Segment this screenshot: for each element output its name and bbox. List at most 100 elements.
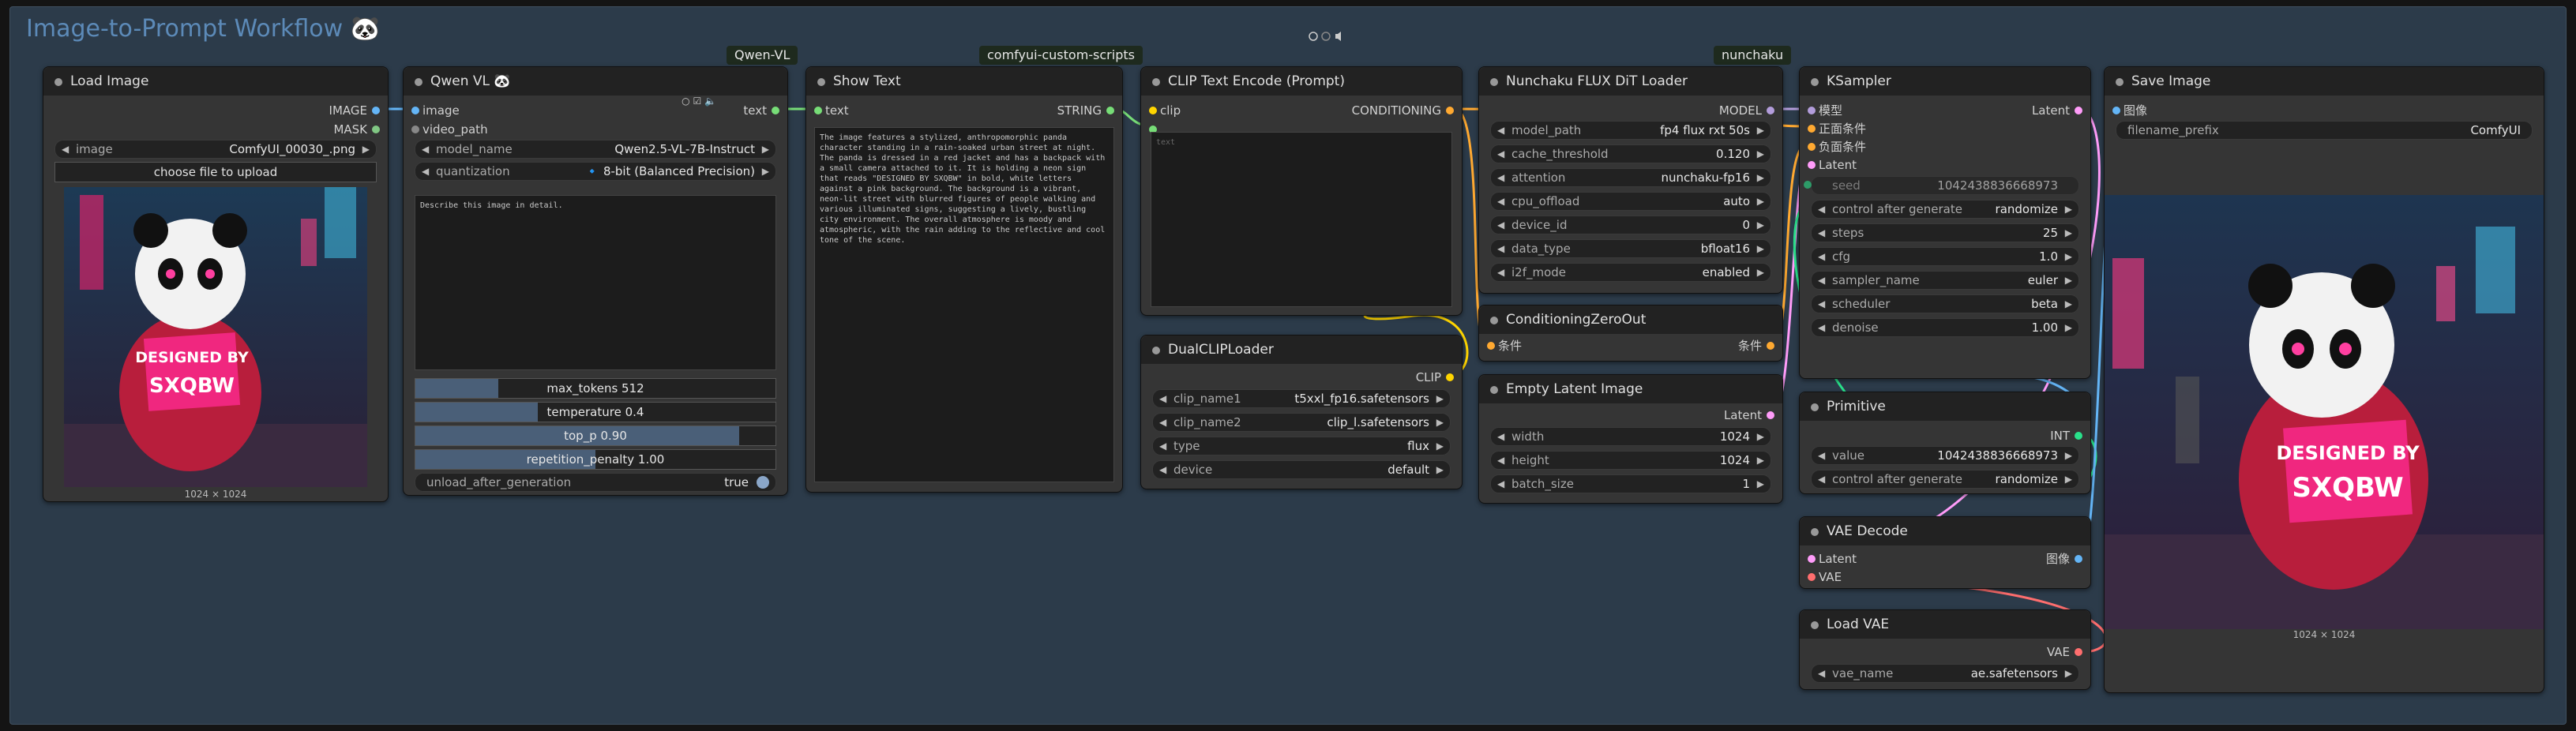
arrow-left-icon[interactable]: ◀ (1818, 319, 1825, 336)
arrow-right-icon[interactable]: ▶ (1757, 193, 1764, 210)
collapse-dot-icon[interactable] (1811, 528, 1819, 536)
widget-clip-name1[interactable]: ◀ clip_name1 t5xxl_fp16.safetensors ▶ (1152, 389, 1451, 408)
toggle-unload[interactable]: unload_after_generation true (415, 473, 776, 492)
node-show-text[interactable]: Show Text text STRING The image features… (805, 66, 1123, 493)
node-title-bar[interactable]: Load VAE (1800, 610, 2090, 639)
port-model-in[interactable]: 模型 (1808, 102, 1842, 119)
arrow-left-icon[interactable]: ◀ (1159, 414, 1166, 431)
arrow-left-icon[interactable]: ◀ (1159, 461, 1166, 478)
port-dot-icon[interactable] (411, 126, 419, 133)
port-dot-icon[interactable] (1767, 411, 1774, 419)
port-negative-in[interactable]: 负面条件 (1808, 138, 1866, 156)
port-dot-icon[interactable] (411, 107, 419, 114)
collapse-dot-icon[interactable] (1490, 317, 1498, 324)
node-title-bar[interactable]: Save Image (2105, 67, 2544, 96)
port-dot-icon[interactable] (814, 107, 822, 114)
collapse-dot-icon[interactable] (1152, 347, 1160, 354)
arrow-left-icon[interactable]: ◀ (1497, 169, 1504, 186)
port-dot-icon[interactable] (2075, 555, 2082, 563)
widget-control-after-generate[interactable]: ◀ control after generate randomize ▶ (1811, 200, 2079, 219)
arrow-right-icon[interactable]: ▶ (1436, 390, 1444, 407)
arrow-right-icon[interactable]: ▶ (2065, 272, 2072, 289)
arrow-right-icon[interactable]: ▶ (2065, 447, 2072, 464)
port-dot-icon[interactable] (1808, 161, 1816, 169)
port-vae-in[interactable]: VAE (1808, 568, 1842, 586)
arrow-right-icon[interactable]: ▶ (1757, 264, 1764, 281)
slider-repetition-penalty[interactable]: repetition_penalty 1.00 (415, 449, 776, 470)
arrow-right-icon[interactable]: ▶ (2065, 224, 2072, 242)
arrow-left-icon[interactable]: ◀ (1159, 390, 1166, 407)
widget-model-path[interactable]: ◀ model_path fp4 flux rxt 50s ▶ (1490, 121, 1771, 140)
arrow-right-icon[interactable]: ▶ (2065, 248, 2072, 265)
arrow-right-icon[interactable]: ▶ (762, 163, 769, 180)
widget-height[interactable]: ◀ height 1024 ▶ (1490, 451, 1771, 470)
arrow-left-icon[interactable]: ◀ (1497, 122, 1504, 139)
node-vae-decode[interactable]: VAE Decode Latent VAE 图像 (1799, 516, 2091, 589)
widget-batch-size[interactable]: ◀ batch_size 1 ▶ (1490, 474, 1771, 493)
collapse-dot-icon[interactable] (1811, 621, 1819, 629)
port-dot-icon[interactable] (772, 107, 779, 114)
collapse-dot-icon[interactable] (817, 78, 825, 86)
arrow-right-icon[interactable]: ▶ (2065, 470, 2072, 488)
arrow-left-icon[interactable]: ◀ (1818, 470, 1825, 488)
port-dot-icon[interactable] (1808, 143, 1816, 151)
arrow-right-icon[interactable]: ▶ (1436, 461, 1444, 478)
port-model-out[interactable]: MODEL (1719, 102, 1774, 119)
port-cond-in[interactable]: 条件 (1487, 337, 1522, 354)
port-image-out[interactable]: IMAGE (329, 102, 380, 119)
arrow-right-icon[interactable]: ▶ (362, 141, 370, 158)
collapse-dot-icon[interactable] (1811, 403, 1819, 411)
arrow-left-icon[interactable]: ◀ (62, 141, 69, 158)
arrow-right-icon[interactable]: ▶ (762, 141, 769, 158)
collapse-dot-icon[interactable] (1490, 386, 1498, 394)
arrow-left-icon[interactable]: ◀ (422, 163, 429, 180)
arrow-left-icon[interactable]: ◀ (1818, 224, 1825, 242)
arrow-left-icon[interactable]: ◀ (1818, 248, 1825, 265)
arrow-left-icon[interactable]: ◀ (1497, 428, 1504, 445)
collapse-dot-icon[interactable] (54, 78, 62, 86)
port-dot-icon[interactable] (2075, 107, 2082, 114)
node-title-bar[interactable]: VAE Decode (1800, 517, 2090, 545)
port-cond-out[interactable]: 条件 (1738, 337, 1774, 354)
checkbox-icon[interactable]: ☑ (693, 96, 701, 107)
output-text-area[interactable]: The image features a stylized, anthropom… (814, 127, 1114, 482)
arrow-left-icon[interactable]: ◀ (1497, 193, 1504, 210)
node-empty-latent[interactable]: Empty Latent Image Latent ◀ width 1024 ▶ ◀ h… (1478, 374, 1783, 504)
node-title-bar[interactable]: Qwen VL 🐼 (404, 67, 787, 96)
node-title-bar[interactable]: Show Text (806, 67, 1122, 96)
arrow-right-icon[interactable]: ▶ (1757, 452, 1764, 469)
node-title-bar[interactable]: Nunchaku FLUX DiT Loader (1479, 67, 1782, 96)
widget-cpu-offload[interactable]: ◀ cpu_offload auto ▶ (1490, 192, 1771, 211)
widget-seed[interactable]: seed 1042438836668973 (1804, 176, 2079, 195)
port-latent-out[interactable]: Latent (1724, 407, 1774, 424)
arrow-left-icon[interactable]: ◀ (1818, 447, 1825, 464)
node-conditioning-zero-out[interactable]: ConditioningZeroOut 条件 条件 (1478, 305, 1783, 362)
collapse-dot-icon[interactable] (415, 78, 422, 86)
node-title-bar[interactable]: Empty Latent Image (1479, 375, 1782, 403)
widget-control-after-generate[interactable]: ◀ control after generate randomize ▶ (1811, 470, 2079, 489)
slider-max-tokens[interactable]: max_tokens 512 (415, 378, 776, 399)
port-dot-icon[interactable] (2112, 107, 2120, 114)
node-clip-text-encode[interactable]: CLIP Text Encode (Prompt) clip CONDITION… (1140, 66, 1463, 316)
node-title-bar[interactable]: DualCLIPLoader (1141, 336, 1462, 364)
port-clip-out[interactable]: CLIP (1416, 369, 1454, 386)
arrow-left-icon[interactable]: ◀ (422, 141, 429, 158)
collapse-dot-icon[interactable] (1152, 78, 1160, 86)
widget-image[interactable]: ◀ image ComfyUI_00030_.png ▶ (54, 140, 377, 159)
arrow-left-icon[interactable]: ◀ (1818, 665, 1825, 682)
node-title-bar[interactable]: ConditioningZeroOut (1479, 306, 1782, 334)
port-image-out[interactable]: 图像 (2046, 550, 2082, 568)
port-image-in[interactable]: 图像 (2112, 102, 2147, 119)
prompt-text-widget[interactable]: text (1151, 132, 1452, 307)
widget-scheduler[interactable]: ◀ scheduler beta ▶ (1811, 294, 2079, 313)
port-dot-icon[interactable] (1487, 342, 1495, 350)
arrow-right-icon[interactable]: ▶ (1757, 216, 1764, 234)
widget-type[interactable]: ◀ type flux ▶ (1152, 437, 1451, 455)
widget-attention[interactable]: ◀ attention nunchaku-fp16 ▶ (1490, 168, 1771, 187)
node-title-bar[interactable]: Primitive (1800, 392, 2090, 421)
port-image-in[interactable]: image (411, 102, 460, 119)
port-dot-icon[interactable] (1808, 555, 1816, 563)
toggle-knob-icon[interactable] (757, 476, 769, 489)
port-dot-icon[interactable] (1808, 573, 1816, 581)
arrow-right-icon[interactable]: ▶ (1757, 428, 1764, 445)
